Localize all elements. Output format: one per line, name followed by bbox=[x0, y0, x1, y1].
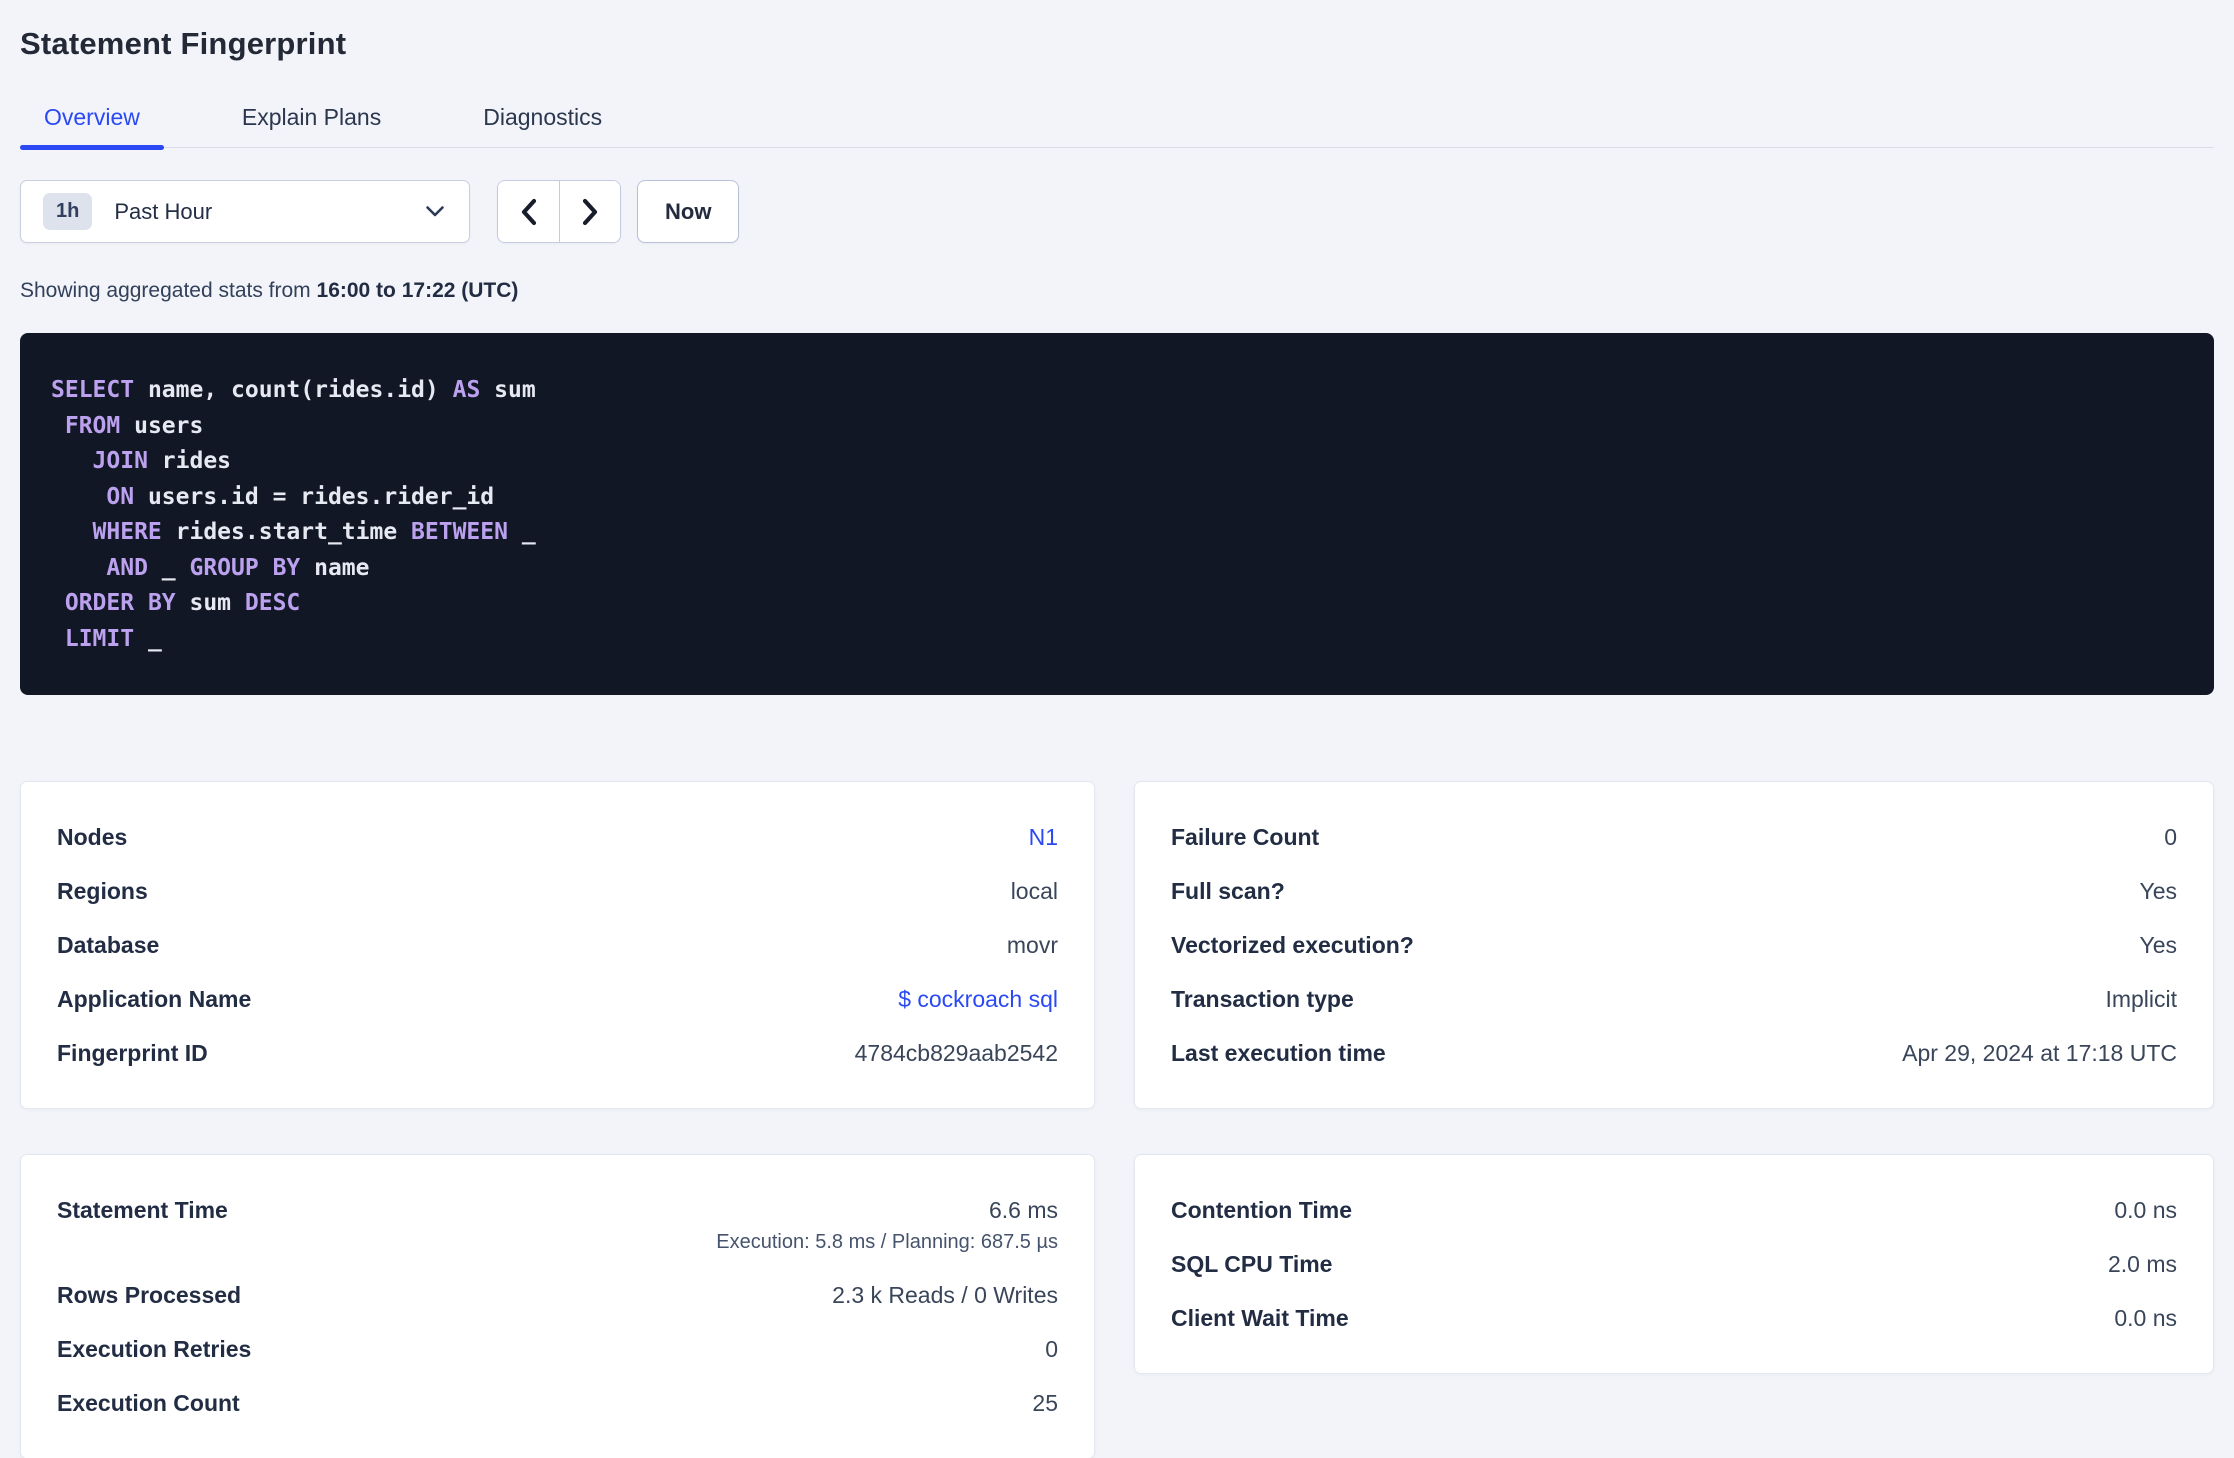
sql-statement-box: SELECT name, count(rides.id) AS sum FROM… bbox=[20, 333, 2214, 695]
tab-diagnostics[interactable]: Diagnostics bbox=[459, 104, 626, 147]
aggregated-stats-prefix: Showing aggregated stats from bbox=[20, 279, 317, 302]
overview-cards-row: Nodes N1 Regions local Database movr App… bbox=[20, 781, 2214, 1109]
time-controls: 1h Past Hour Now bbox=[20, 180, 2214, 243]
overview-details-card: Nodes N1 Regions local Database movr App… bbox=[20, 781, 1095, 1109]
wait-timing-card: Contention Time 0.0 ns SQL CPU Time 2.0 … bbox=[1134, 1154, 2214, 1374]
kv-label: SQL CPU Time bbox=[1171, 1251, 1333, 1277]
kv-label: Regions bbox=[57, 878, 148, 904]
kv-row-nodes: Nodes N1 bbox=[57, 822, 1058, 852]
kv-value: local bbox=[1010, 878, 1058, 904]
kv-row-execution-retries: Execution Retries 0 bbox=[57, 1334, 1058, 1364]
kv-value: 6.6 ms bbox=[988, 1197, 1058, 1223]
time-range-label: Past Hour bbox=[114, 198, 213, 224]
kv-value: 4784cb829aab2542 bbox=[854, 1040, 1058, 1066]
kv-row-transaction-type: Transaction type Implicit bbox=[1171, 984, 2177, 1014]
kv-row-statement-time: Statement Time 6.6 ms Execution: 5.8 ms … bbox=[57, 1195, 1058, 1256]
kv-label: Full scan? bbox=[1171, 878, 1285, 904]
statement-time-breakdown: Execution: 5.8 ms / Planning: 687.5 µs bbox=[716, 1231, 1058, 1253]
kv-label: Rows Processed bbox=[57, 1282, 242, 1308]
tabbar: Overview Explain Plans Diagnostics bbox=[20, 104, 2214, 150]
kv-label: Contention Time bbox=[1171, 1197, 1353, 1223]
timing-cards-row: Statement Time 6.6 ms Execution: 5.8 ms … bbox=[20, 1154, 2214, 1458]
time-range-select[interactable]: 1h Past Hour bbox=[20, 180, 470, 243]
nodes-link[interactable]: N1 bbox=[1029, 822, 1058, 852]
chevron-left-icon bbox=[518, 197, 540, 227]
kv-row-failure-count: Failure Count 0 bbox=[1171, 822, 2177, 852]
sql-code: SELECT name, count(rides.id) AS sum FROM… bbox=[51, 377, 536, 652]
aggregated-stats-range: 16:00 to 17:22 (UTC) bbox=[316, 279, 519, 302]
kv-row-execution-count: Execution Count 25 bbox=[57, 1388, 1058, 1418]
chevron-right-icon bbox=[579, 197, 601, 227]
kv-label: Execution Retries bbox=[57, 1336, 252, 1362]
kv-value: 2.0 ms bbox=[2107, 1251, 2177, 1277]
kv-row-database: Database movr bbox=[57, 930, 1058, 960]
kv-row-vectorized-execution: Vectorized execution? Yes bbox=[1171, 930, 2177, 960]
kv-value: Yes bbox=[2139, 932, 2177, 958]
kv-label: Database bbox=[57, 932, 160, 958]
kv-row-regions: Regions local bbox=[57, 876, 1058, 906]
aggregated-stats-line: Showing aggregated stats from 16:00 to 1… bbox=[20, 279, 2214, 303]
kv-label: Client Wait Time bbox=[1171, 1305, 1349, 1331]
kv-row-fingerprint-id: Fingerprint ID 4784cb829aab2542 bbox=[57, 1038, 1058, 1068]
kv-row-rows-processed: Rows Processed 2.3 k Reads / 0 Writes bbox=[57, 1280, 1058, 1310]
statement-timing-card: Statement Time 6.6 ms Execution: 5.8 ms … bbox=[20, 1154, 1095, 1458]
next-interval-button[interactable] bbox=[559, 181, 620, 242]
kv-value: 0 bbox=[2164, 824, 2177, 850]
kv-label: Fingerprint ID bbox=[57, 1040, 208, 1066]
time-range-badge: 1h bbox=[43, 193, 93, 230]
chevron-down-icon bbox=[425, 205, 445, 218]
application-name-link[interactable]: $ cockroach sql bbox=[898, 984, 1058, 1014]
kv-label: Last execution time bbox=[1171, 1040, 1386, 1066]
now-button[interactable]: Now bbox=[637, 180, 740, 243]
kv-label: Application Name bbox=[57, 986, 252, 1012]
kv-label: Vectorized execution? bbox=[1171, 932, 1414, 958]
kv-label: Execution Count bbox=[57, 1390, 240, 1416]
kv-value: 0.0 ns bbox=[2114, 1305, 2177, 1331]
page-title: Statement Fingerprint bbox=[20, 26, 347, 61]
kv-row-application-name: Application Name $ cockroach sql bbox=[57, 984, 1058, 1014]
kv-row-sql-cpu-time: SQL CPU Time 2.0 ms bbox=[1171, 1249, 2177, 1279]
kv-row-contention-time: Contention Time 0.0 ns bbox=[1171, 1195, 2177, 1225]
kv-label: Statement Time bbox=[57, 1197, 228, 1223]
time-step-group bbox=[497, 180, 621, 243]
kv-row-last-execution-time: Last execution time Apr 29, 2024 at 17:1… bbox=[1171, 1038, 2177, 1068]
kv-value: Implicit bbox=[2105, 986, 2177, 1012]
previous-interval-button[interactable] bbox=[498, 181, 559, 242]
kv-row-client-wait-time: Client Wait Time 0.0 ns bbox=[1171, 1303, 2177, 1333]
kv-value: 0 bbox=[1045, 1336, 1058, 1362]
kv-label: Transaction type bbox=[1171, 986, 1354, 1012]
kv-label: Failure Count bbox=[1171, 824, 1320, 850]
kv-value: 2.3 k Reads / 0 Writes bbox=[832, 1282, 1058, 1308]
kv-row-full-scan: Full scan? Yes bbox=[1171, 876, 2177, 906]
tab-overview[interactable]: Overview bbox=[20, 104, 164, 150]
kv-value: 0.0 ns bbox=[2114, 1197, 2177, 1223]
kv-value: Yes bbox=[2139, 878, 2177, 904]
kv-value: movr bbox=[1006, 932, 1058, 958]
tab-explain-plans[interactable]: Explain Plans bbox=[218, 104, 405, 147]
statement-fingerprint-page: Statement Fingerprint Overview Explain P… bbox=[0, 26, 2234, 1458]
execution-attributes-card: Failure Count 0 Full scan? Yes Vectorize… bbox=[1134, 781, 2214, 1109]
kv-value: 25 bbox=[1032, 1390, 1058, 1416]
kv-value: Apr 29, 2024 at 17:18 UTC bbox=[1902, 1040, 2177, 1066]
kv-label: Nodes bbox=[57, 824, 128, 850]
